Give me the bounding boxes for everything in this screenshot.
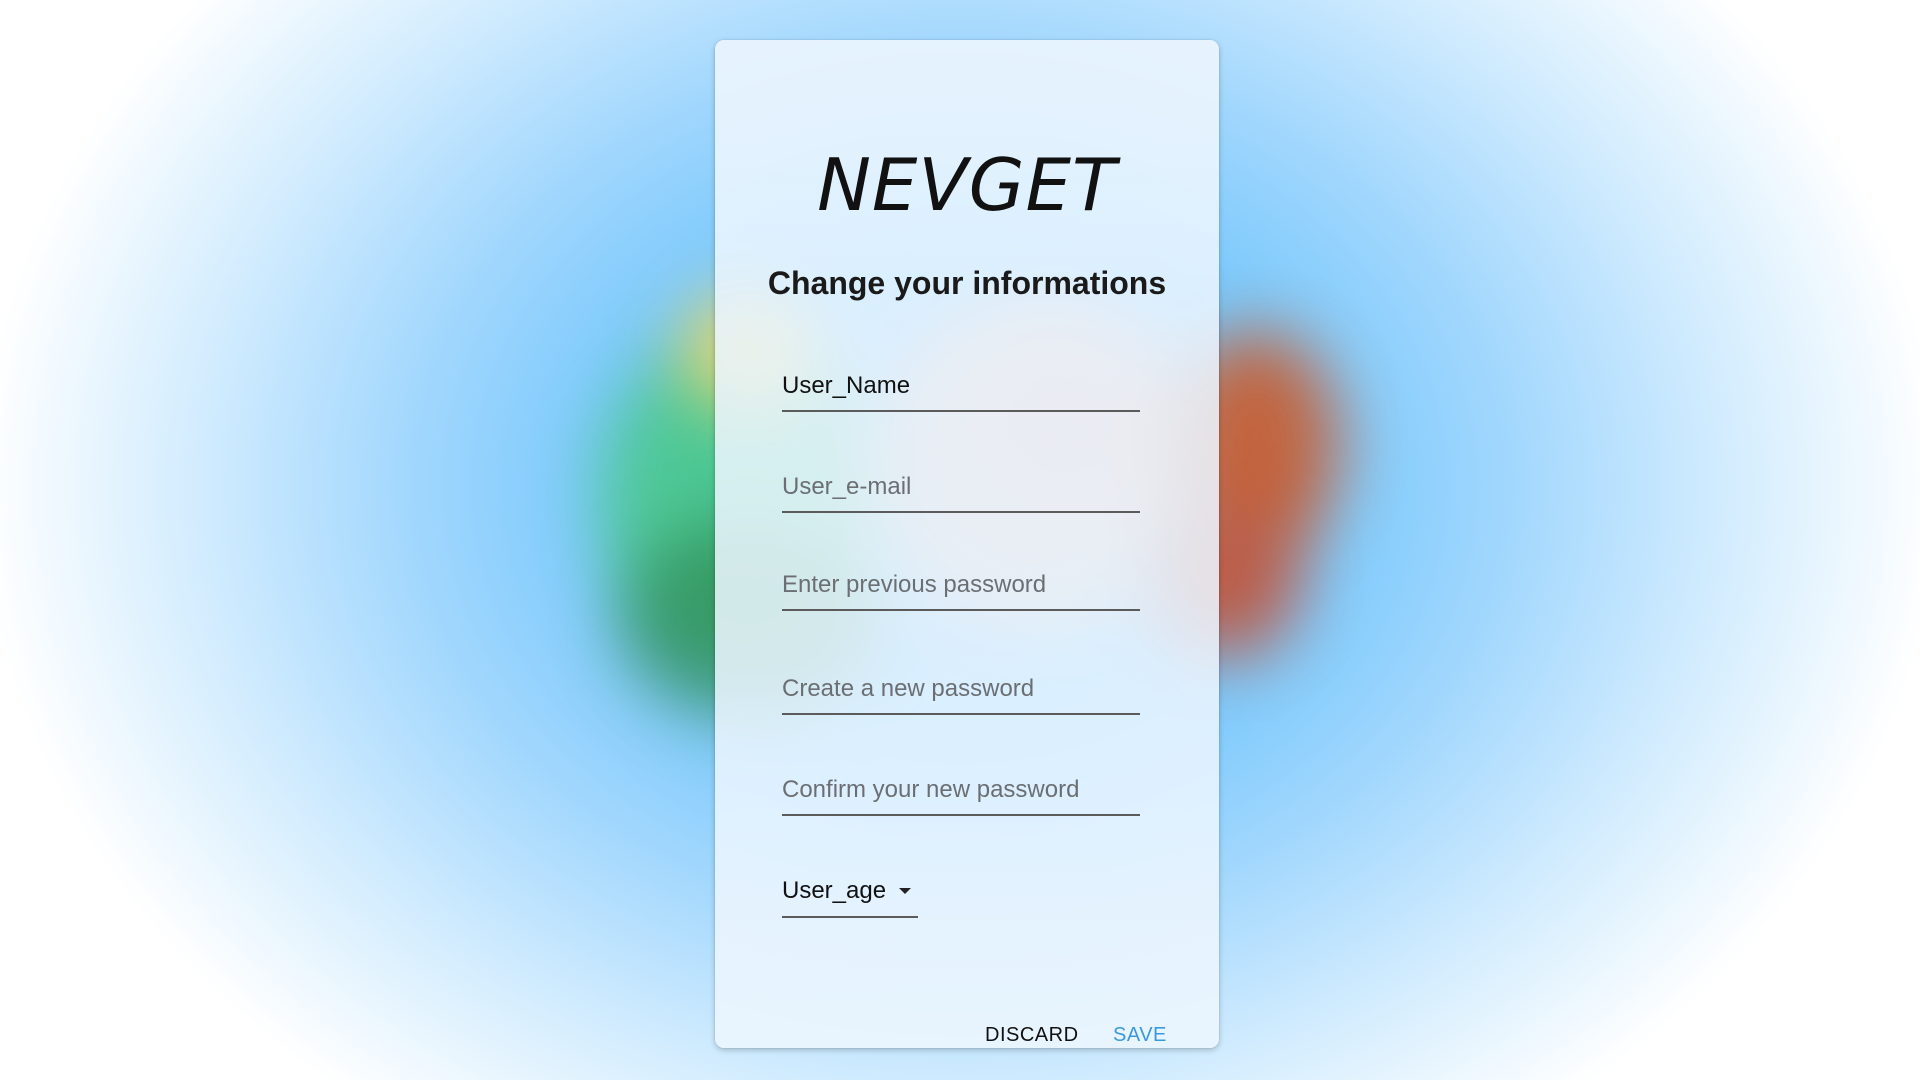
age-select-value: User_age bbox=[782, 877, 887, 904]
email-input[interactable] bbox=[782, 469, 1140, 513]
new-password-input[interactable] bbox=[782, 671, 1140, 715]
caret-down-icon bbox=[899, 888, 912, 894]
age-select[interactable]: User_age bbox=[782, 873, 918, 918]
brand-logo: NEVGET bbox=[817, 143, 1117, 227]
form-title: Change your informations bbox=[767, 265, 1167, 301]
save-button[interactable]: SAVE bbox=[1107, 1020, 1173, 1048]
profile-form-card: NEVGET Change your informations User_age… bbox=[715, 40, 1219, 1048]
discard-button[interactable]: DISCARD bbox=[979, 1020, 1085, 1048]
previous-password-input[interactable] bbox=[782, 567, 1140, 611]
confirm-password-input[interactable] bbox=[782, 772, 1140, 816]
username-input[interactable] bbox=[782, 368, 1140, 412]
